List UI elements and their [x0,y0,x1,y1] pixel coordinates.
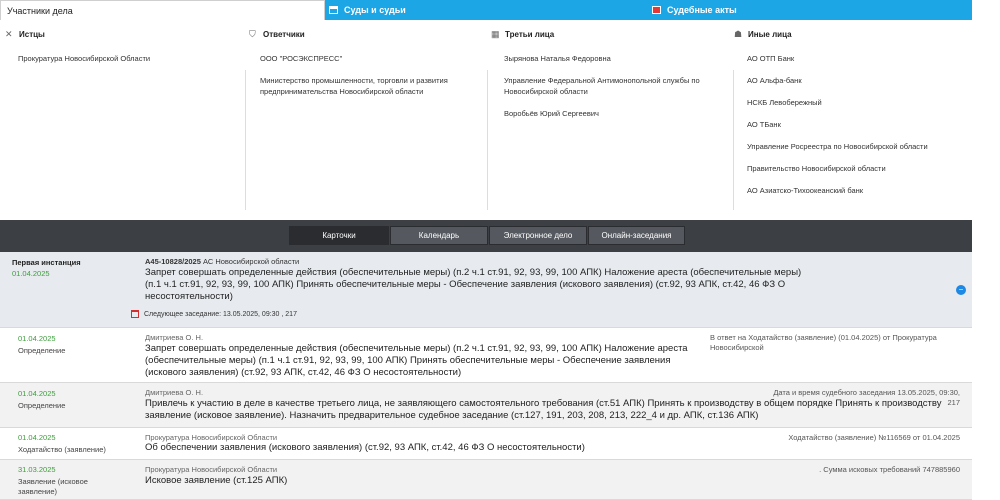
event-kind: Ходатайство (заявление) [18,445,106,454]
participant-item[interactable]: АО Альфа-банк [747,75,967,86]
event-date: 01.04.2025 [18,433,56,442]
participant-item[interactable]: АО Азиатско-Тихоокеанский банк [747,185,967,196]
event-note[interactable]: В ответ на Ходатайство (заявление) (01.0… [710,333,960,353]
defendants-list: ООО "РОСЭКСПРЕСС" Министерство промышлен… [260,53,460,108]
event-author: Дмитриева О. Н. [145,333,204,342]
event-author: Прокуратура Новосибирской Области [145,465,278,474]
plaintiffs-list: Прокуратура Новосибирской Области [18,53,238,75]
plaintiffs-column: ✕ Истцы Прокуратура Новосибирской Област… [0,20,245,210]
instance-row[interactable]: Первая инстанция 01.04.2025 А45-10828/20… [0,252,972,328]
case-events: Первая инстанция 01.04.2025 А45-10828/20… [0,252,972,500]
event-date: 31.03.2025 [18,465,56,474]
swords-icon: ✕ [5,29,13,39]
tab-label: Участники дела [7,5,73,16]
tab-participants[interactable]: Участники дела [0,0,325,20]
view-toolbar: Карточки Календарь Электронное дело Онла… [0,220,972,252]
event-row[interactable]: 01.04.2025 Ходатайство (заявление) Проку… [0,428,972,460]
participant-item[interactable]: Зырянова Наталья Федоровна [504,53,709,64]
tab-courts[interactable]: Суды и судьи [325,0,648,20]
participants-panel: ✕ Истцы Прокуратура Новосибирской Област… [0,20,972,220]
instance-description: Запрет совершать определенные действия (… [145,267,802,302]
event-kind: Определение [18,346,66,355]
event-row[interactable]: 01.04.2025 Определение Дмитриева О. Н. П… [0,383,972,428]
tab-label: Суды и судьи [344,5,406,15]
tab-bar: Участники дела Суды и судьи Судебные акт… [0,0,972,20]
others-header: ☗ Иные лица [734,29,792,40]
event-date: 01.04.2025 [18,334,56,343]
case-number: А45-10828/2025 АС Новосибирской области [145,257,300,266]
third-parties-list: Зырянова Наталья Федоровна Управление Фе… [504,53,709,130]
tab-acts[interactable]: Судебные акты [648,0,972,20]
document-icon [652,6,661,14]
event-note[interactable]: Ходатайство (заявление) №116569 от 01.04… [770,433,960,443]
next-hearing: Следующее заседание: 13.05.2025, 09:30 ,… [131,310,297,318]
user-icon: ☗ [734,29,743,39]
participant-item[interactable]: Управление Федеральной Антимонопольной с… [504,75,709,97]
event-text: Об обеспечении заявления (искового заявл… [145,442,585,453]
participant-item[interactable]: Министерство промышленности, торговли и … [260,75,460,97]
participant-item[interactable]: ООО "РОСЭКСПРЕСС" [260,53,460,64]
event-date: 01.04.2025 [18,389,56,398]
building-icon: ▦ [491,29,500,39]
event-text: Исковое заявление (ст.125 АПК) [145,475,288,486]
instance-label: Первая инстанция [12,258,81,267]
page-margin [972,0,1000,500]
plaintiffs-header: ✕ Истцы [5,29,45,40]
view-switcher: Карточки Календарь Электронное дело Онла… [289,226,686,245]
shield-icon: ⛉ [249,29,256,39]
page: Участники дела Суды и судьи Судебные акт… [0,0,1000,500]
event-text: Запрет совершать определенные действия (… [145,343,688,378]
others-column: ☗ Иные лица АО ОТП Банк АО Альфа-банк НС… [734,20,972,210]
event-note: Дата и время судебного заседания 13.05.2… [773,388,960,407]
event-author: Прокуратура Новосибирской Области [145,433,278,442]
participant-item[interactable]: НСКБ Левобережный [747,97,967,108]
event-author: Дмитриева О. Н. [145,388,204,397]
electronic-case-button[interactable]: Электронное дело [489,226,587,245]
participant-item[interactable]: АО ОТП Банк [747,53,967,64]
participant-item[interactable]: Воробьёв Юрий Сергеевич [504,108,709,119]
collapse-icon[interactable]: − [956,285,966,295]
participant-item[interactable]: АО ТБанк [747,119,967,130]
others-list: АО ОТП Банк АО Альфа-банк НСКБ Левобереж… [747,53,967,207]
event-kind: Определение [18,401,66,410]
participant-item[interactable]: Правительство Новосибирской области [747,163,967,174]
defendants-column: ⛉ Ответчики ООО "РОСЭКСПРЕСС" Министерст… [246,20,490,210]
defendants-header: ⛉ Ответчики [249,29,305,40]
participant-item[interactable]: Прокуратура Новосибирской Области [18,53,238,64]
courthouse-icon [329,6,338,14]
calendar-button[interactable]: Календарь [390,226,488,245]
participant-item[interactable]: Управление Росреестра по Новосибирской о… [747,141,967,152]
third-parties-header: ▦ Третьи лица [491,29,555,40]
tab-label: Судебные акты [667,5,737,15]
calendar-icon [131,310,139,318]
event-row[interactable]: 31.03.2025 Заявление (исковое заявление)… [0,460,972,500]
online-hearings-button[interactable]: Онлайн-заседания [588,226,685,245]
event-kind: Заявление (исковое заявление) [18,477,88,496]
cards-button[interactable]: Карточки [289,226,389,245]
event-row[interactable]: 01.04.2025 Определение Дмитриева О. Н. З… [0,328,972,383]
event-note: . Сумма исковых требований 747885960 [819,465,960,474]
third-parties-column: ▦ Третьи лица Зырянова Наталья Федоровна… [488,20,732,210]
instance-date: 01.04.2025 [12,269,50,278]
